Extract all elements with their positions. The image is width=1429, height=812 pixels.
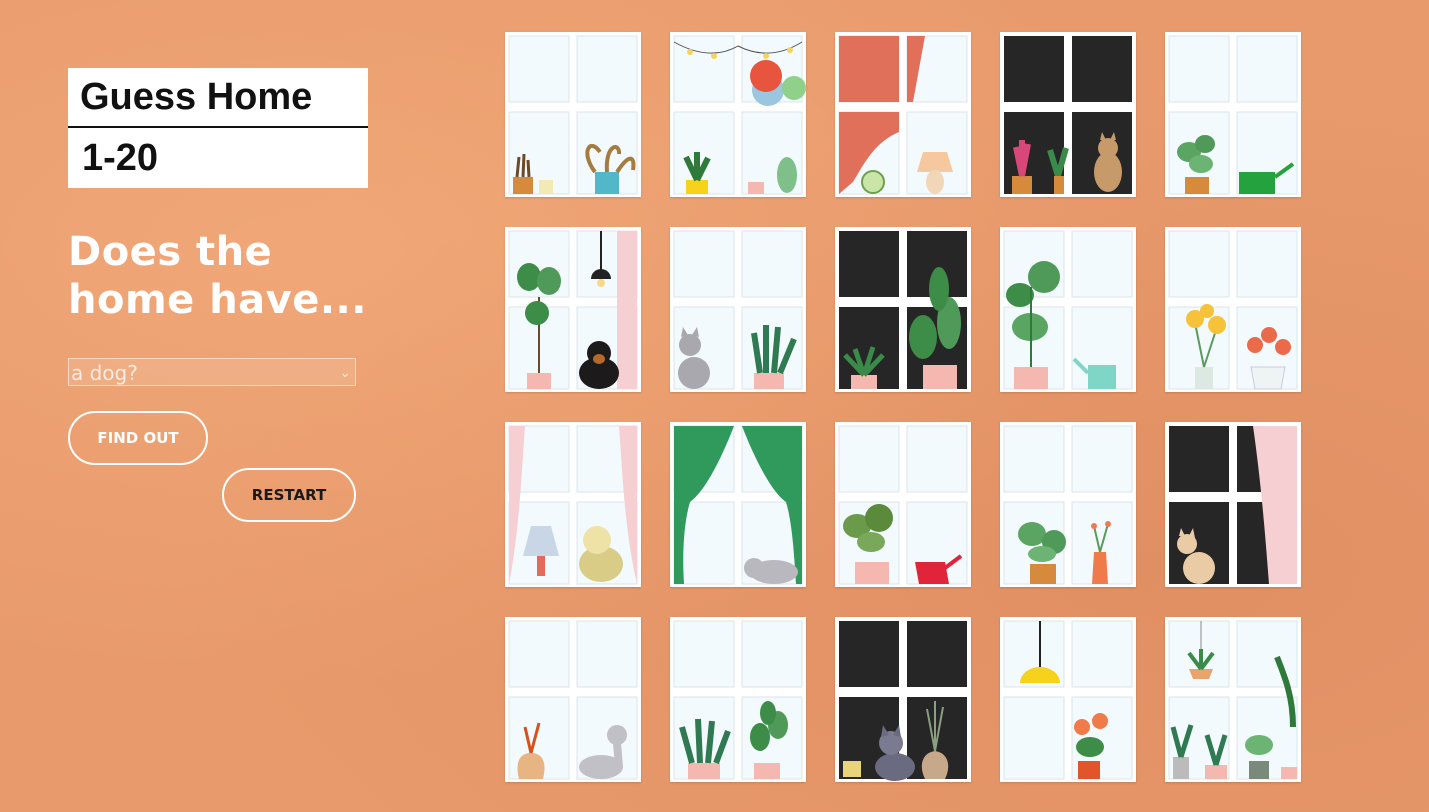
- home-card-17[interactable]: [670, 617, 806, 782]
- window-illustration: [508, 425, 638, 585]
- home-card-10[interactable]: [1165, 227, 1301, 392]
- window-illustration: [1168, 35, 1298, 195]
- home-card-18[interactable]: [835, 617, 971, 782]
- home-card-11[interactable]: [505, 422, 641, 587]
- window-illustration: [673, 620, 803, 780]
- home-card-9[interactable]: [1000, 227, 1136, 392]
- question-line-1: Does the: [68, 229, 273, 275]
- chevron-down-icon: ⌄: [339, 365, 351, 381]
- window-illustration: [1168, 620, 1298, 780]
- window-illustration: [839, 621, 967, 781]
- home-card-4[interactable]: [1000, 32, 1136, 197]
- window-illustration: [673, 35, 806, 195]
- window-illustration: [673, 230, 803, 390]
- window-illustration: [508, 620, 638, 780]
- home-card-14[interactable]: [1000, 422, 1136, 587]
- window-illustration: [839, 231, 967, 389]
- restart-button[interactable]: RESTART: [222, 468, 356, 522]
- home-card-1[interactable]: [505, 32, 641, 197]
- question-heading: Does the home have...: [68, 228, 388, 324]
- attribute-select[interactable]: a dog? ⌄: [68, 358, 356, 386]
- home-card-5[interactable]: [1165, 32, 1301, 197]
- window-illustration: [838, 425, 968, 585]
- home-card-15[interactable]: [1165, 422, 1301, 587]
- homes-grid: [505, 32, 1305, 782]
- window-illustration: [1169, 426, 1297, 584]
- home-card-7[interactable]: [670, 227, 806, 392]
- window-illustration: [1003, 620, 1133, 780]
- home-range: 1-20: [82, 137, 159, 179]
- game-title: Guess Home: [68, 68, 368, 128]
- window-illustration: [838, 35, 968, 195]
- home-card-3[interactable]: [835, 32, 971, 197]
- home-card-13[interactable]: [835, 422, 971, 587]
- window-illustration: [1003, 230, 1133, 390]
- window-illustration: [1003, 425, 1133, 585]
- home-card-2[interactable]: [670, 32, 806, 197]
- home-card-16[interactable]: [505, 617, 641, 782]
- question-line-2: home have...: [68, 277, 367, 323]
- home-card-8[interactable]: [835, 227, 971, 392]
- window-illustration: [673, 425, 803, 585]
- window-illustration: [1004, 36, 1132, 194]
- window-illustration: [1168, 230, 1298, 390]
- attribute-select-value: a dog?: [71, 361, 138, 385]
- find-out-button[interactable]: FIND OUT: [68, 411, 208, 465]
- game-title-sign: Guess Home 1-20: [68, 68, 368, 188]
- window-illustration: [508, 230, 638, 390]
- home-card-19[interactable]: [1000, 617, 1136, 782]
- home-card-12[interactable]: [670, 422, 806, 587]
- home-card-6[interactable]: [505, 227, 641, 392]
- window-illustration: [508, 35, 638, 195]
- home-card-20[interactable]: [1165, 617, 1301, 782]
